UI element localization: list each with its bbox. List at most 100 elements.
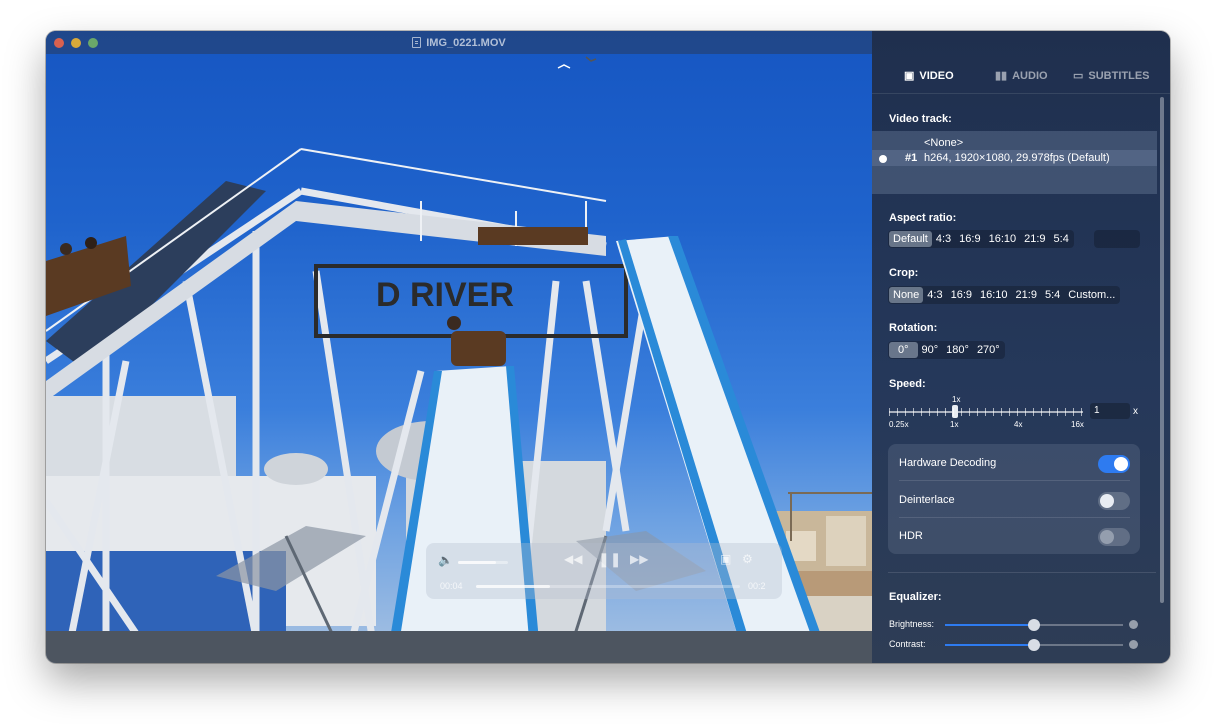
crop-option-none[interactable]: None: [889, 287, 924, 303]
title-bar: IMG_0221.MOV: [46, 31, 872, 54]
crop-option-16-9[interactable]: 16:9: [947, 287, 976, 303]
brightness-slider-thumb[interactable]: [1028, 619, 1040, 631]
aspect-option-4-3[interactable]: 4:3: [932, 231, 955, 247]
hardware-decoding-label: Hardware Decoding: [899, 457, 997, 469]
zoom-window-button[interactable]: [88, 38, 98, 48]
video-track-label: Video track:: [889, 113, 952, 125]
selected-dot-icon: [879, 155, 887, 163]
divider: [888, 572, 1156, 573]
speed-tick-mark: [929, 408, 930, 416]
aspect-ratio-segmented: Default 4:3 16:9 16:10 21:9 5:4: [888, 230, 1074, 248]
crop-option-5-4[interactable]: 5:4: [1041, 287, 1064, 303]
player-window: D RIVER IMG_0221.MOV 🔈 ◀◀ ❚❚ ▶▶ ▣ ⚙ 00:0…: [46, 31, 1170, 663]
hdr-label: HDR: [899, 530, 923, 542]
speed-tick-mark: [937, 408, 938, 416]
speed-tick-label: 1x: [950, 420, 959, 429]
deinterlace-toggle[interactable]: [1098, 492, 1130, 510]
aspect-option-21-9[interactable]: 21:9: [1020, 231, 1049, 247]
track-number: #1: [905, 152, 918, 164]
speed-current-marker: 1x: [952, 395, 961, 404]
speed-tick-label: 4x: [1014, 420, 1023, 429]
speed-tick-mark: [1057, 408, 1058, 416]
tab-video[interactable]: ▣ VIDEO: [904, 69, 954, 83]
speed-tick-label: 0.25x: [889, 420, 909, 429]
track-row[interactable]: #1 h264, 1920×1080, 29.978fps (Default): [872, 150, 1157, 166]
progress-scrubber[interactable]: [476, 585, 740, 588]
speed-tick-mark: [1073, 408, 1074, 416]
speed-tick-mark: [1025, 408, 1026, 416]
reset-brightness-icon[interactable]: [1129, 620, 1138, 629]
brightness-label: Brightness:: [889, 619, 935, 629]
brightness-slider[interactable]: [945, 619, 1123, 631]
speed-tick-mark: [1001, 408, 1002, 416]
reset-contrast-icon[interactable]: [1129, 640, 1138, 649]
speed-tick-mark: [905, 408, 906, 416]
aspect-option-16-9[interactable]: 16:9: [955, 231, 984, 247]
minimize-window-button[interactable]: [71, 38, 81, 48]
crop-option-16-10[interactable]: 16:10: [976, 287, 1012, 303]
close-window-button[interactable]: [54, 38, 64, 48]
skip-back-icon[interactable]: ◀◀: [564, 552, 582, 566]
aspect-option-16-10[interactable]: 16:10: [985, 231, 1021, 247]
playback-controls: 🔈 ◀◀ ❚❚ ▶▶ ▣ ⚙ 00:04 00:2: [426, 543, 782, 599]
crop-segmented: None 4:3 16:9 16:10 21:9 5:4 Custom...: [888, 286, 1121, 304]
time-remaining: 00:2: [748, 581, 766, 591]
inspector-tabs: ▣ VIDEO ▮▮ AUDIO ▭ SUBTITLES: [872, 31, 1170, 93]
speed-value-input[interactable]: 1: [1090, 403, 1130, 419]
hardware-decoding-row: Hardware Decoding: [888, 444, 1140, 480]
speed-tick-mark: [985, 408, 986, 416]
rotation-option-180[interactable]: 180°: [942, 342, 973, 358]
rotation-option-270[interactable]: 270°: [973, 342, 1004, 358]
time-elapsed: 00:04: [440, 581, 463, 591]
speed-tick-mark: [993, 408, 994, 416]
speed-slider[interactable]: [889, 411, 1083, 413]
sidebar-scrollbar[interactable]: [1160, 97, 1164, 603]
rotation-option-90[interactable]: 90°: [918, 342, 943, 358]
decoding-options-group: Hardware Decoding Deinterlace HDR: [888, 444, 1140, 554]
window-title: IMG_0221.MOV: [426, 36, 506, 49]
hardware-decoding-toggle[interactable]: [1098, 455, 1130, 473]
crop-option-4-3[interactable]: 4:3: [923, 287, 946, 303]
tab-audio[interactable]: ▮▮ AUDIO: [995, 69, 1048, 83]
speed-tick-mark: [889, 408, 890, 416]
pause-icon[interactable]: ❚❚: [598, 551, 621, 568]
tab-subtitles[interactable]: ▭ SUBTITLES: [1073, 69, 1150, 83]
speed-tick-mark: [969, 408, 970, 416]
crop-option-21-9[interactable]: 21:9: [1012, 287, 1041, 303]
crop-option-custom[interactable]: Custom...: [1064, 287, 1119, 303]
track-none-option[interactable]: <None>: [872, 135, 1157, 151]
video-canvas[interactable]: D RIVER IMG_0221.MOV 🔈 ◀◀ ❚❚ ▶▶ ▣ ⚙ 00:0…: [46, 31, 872, 663]
inspector-sidebar: ▣ VIDEO ▮▮ AUDIO ▭ SUBTITLES Video track…: [872, 31, 1170, 663]
rotation-option-0[interactable]: 0°: [889, 342, 918, 358]
aspect-option-5-4[interactable]: 5:4: [1050, 231, 1073, 247]
contrast-slider[interactable]: [945, 639, 1123, 651]
waveform-icon: ▮▮: [995, 70, 1008, 82]
speed-tick-mark: [1049, 408, 1050, 416]
aspect-ratio-label: Aspect ratio:: [889, 212, 957, 224]
speed-tick-mark: [1065, 408, 1066, 416]
speed-tick-mark: [977, 408, 978, 416]
volume-icon[interactable]: 🔈: [438, 553, 453, 567]
deinterlace-label: Deinterlace: [899, 494, 955, 506]
tab-label: AUDIO: [1012, 69, 1048, 82]
contrast-row: Contrast:: [889, 638, 1145, 652]
hdr-toggle[interactable]: [1098, 528, 1130, 546]
speed-tick-label: 16x: [1071, 420, 1084, 429]
tab-label: SUBTITLES: [1088, 69, 1150, 82]
custom-aspect-input[interactable]: [1094, 230, 1140, 248]
contrast-label: Contrast:: [889, 639, 926, 649]
aspect-option-default[interactable]: Default: [889, 231, 932, 247]
skip-forward-icon[interactable]: ▶▶: [630, 552, 648, 566]
speed-tick-mark: [1041, 408, 1042, 416]
speed-label: Speed:: [889, 378, 926, 390]
pip-icon[interactable]: ▣: [720, 552, 731, 566]
speed-tick-mark: [921, 408, 922, 416]
track-description: h264, 1920×1080, 29.978fps (Default): [924, 152, 1110, 164]
settings-icon[interactable]: ⚙: [742, 552, 753, 566]
speech-bubble-icon: ▭: [1073, 70, 1084, 82]
video-track-list: <None> #1 h264, 1920×1080, 29.978fps (De…: [872, 131, 1157, 194]
speed-tick-mark: [897, 408, 898, 416]
contrast-slider-thumb[interactable]: [1028, 639, 1040, 651]
volume-slider[interactable]: [458, 561, 508, 564]
equalizer-label: Equalizer:: [889, 591, 942, 603]
